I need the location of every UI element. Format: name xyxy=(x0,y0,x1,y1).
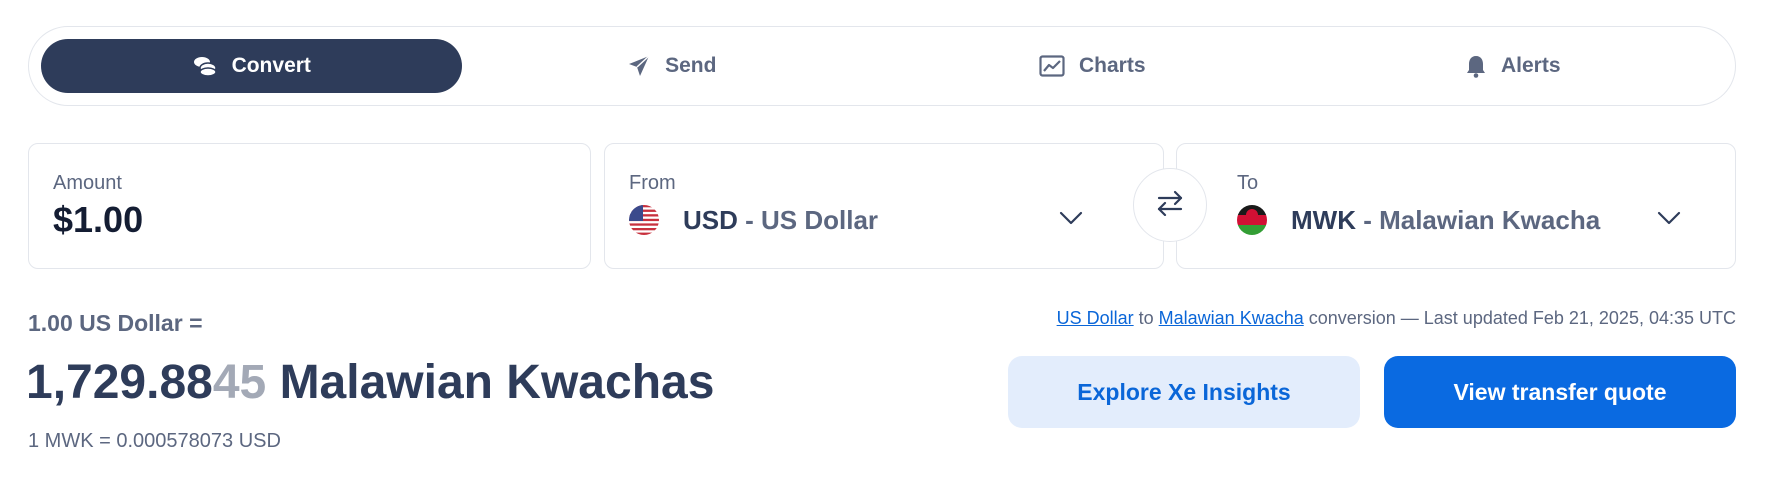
last-updated-line: US Dollar to Malawian Kwacha conversion … xyxy=(1057,308,1736,329)
tab-label: Convert xyxy=(231,54,311,77)
tab-label: Charts xyxy=(1078,54,1146,77)
tab-send[interactable]: Send xyxy=(462,39,883,93)
converted-amount-main: 1,729.88 xyxy=(26,356,213,409)
bell-icon xyxy=(1465,54,1487,78)
to-currency-code: MWK xyxy=(1291,204,1356,235)
from-currency-name: US Dollar xyxy=(761,204,879,235)
from-currency-code: USD xyxy=(683,204,738,235)
result-from-text: 1.00 US Dollar = xyxy=(28,310,203,336)
swap-arrows-icon xyxy=(1156,190,1184,221)
tab-charts[interactable]: Charts xyxy=(882,39,1303,93)
tab-alerts[interactable]: Alerts xyxy=(1303,39,1724,93)
line-chart-icon xyxy=(1039,55,1065,77)
view-transfer-quote-button[interactable]: View transfer quote xyxy=(1384,356,1736,428)
us-flag-icon xyxy=(629,205,659,235)
chevron-down-icon[interactable] xyxy=(1059,211,1083,230)
converted-amount: 1,729.8845 Malawian Kwachas xyxy=(26,355,714,410)
inverse-rate: 1 MWK = 0.000578073 USD xyxy=(28,430,281,452)
from-currency-link[interactable]: US Dollar xyxy=(1057,308,1134,328)
tab-label: Send xyxy=(665,54,717,77)
to-currency-value[interactable]: MWK - Malawian Kwacha xyxy=(1237,200,1711,240)
amount-field[interactable]: Amount $1.00 xyxy=(28,143,591,269)
from-currency-value[interactable]: USD - US Dollar xyxy=(629,200,1139,240)
coins-icon xyxy=(192,54,218,78)
paper-plane-icon xyxy=(627,54,651,78)
to-currency-name: Malawian Kwacha xyxy=(1379,204,1601,235)
from-currency-select[interactable]: From USD - US Dollar xyxy=(604,143,1164,269)
to-currency-link[interactable]: Malawian Kwacha xyxy=(1159,308,1304,328)
swap-currencies-button[interactable] xyxy=(1133,168,1207,242)
converted-amount-extra-digits: 45 xyxy=(212,356,267,409)
explore-insights-button[interactable]: Explore Xe Insights xyxy=(1008,356,1360,428)
malawi-flag-icon xyxy=(1237,205,1267,235)
amount-input[interactable]: $1.00 xyxy=(53,199,143,241)
to-label: To xyxy=(1237,172,1259,194)
from-label: From xyxy=(629,172,676,194)
tab-bar: Convert Send Charts Alerts xyxy=(28,26,1736,106)
chevron-down-icon[interactable] xyxy=(1657,211,1681,230)
to-currency-separator: - xyxy=(1355,204,1380,235)
to-currency-select[interactable]: To MWK - Malawian Kwacha xyxy=(1176,143,1736,269)
tab-label: Alerts xyxy=(1500,54,1561,77)
update-to-word: to xyxy=(1133,308,1159,328)
amount-label: Amount xyxy=(53,172,122,194)
last-updated-text: conversion — Last updated Feb 21, 2025, … xyxy=(1303,308,1736,328)
converted-currency-name: Malawian Kwachas xyxy=(266,356,715,409)
from-currency-separator: - xyxy=(737,204,762,235)
tab-convert[interactable]: Convert xyxy=(41,39,462,93)
